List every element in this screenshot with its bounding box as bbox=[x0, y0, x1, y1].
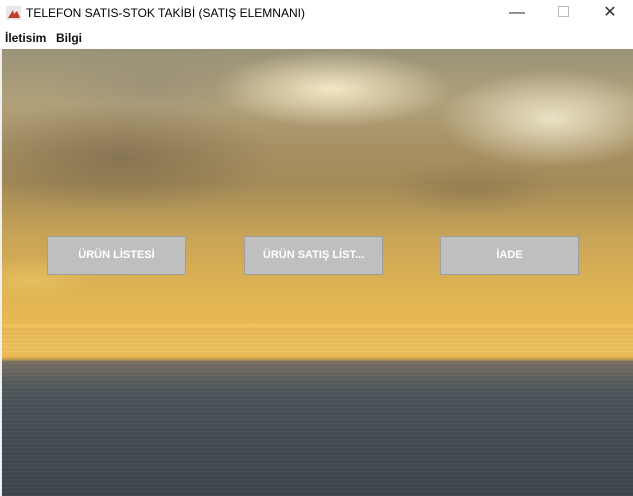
minimize-icon: — bbox=[509, 4, 525, 21]
minimize-button[interactable]: — bbox=[494, 0, 540, 27]
window-title: TELEFON SATIS-STOK TAKİBİ (SATIŞ ELEMNAN… bbox=[26, 6, 305, 20]
menu-bilgi[interactable]: Bilgi bbox=[56, 31, 82, 45]
menu-iletisim[interactable]: İletisim bbox=[5, 31, 46, 45]
iade-button[interactable]: İADE bbox=[440, 236, 579, 275]
close-icon: ✕ bbox=[603, 4, 617, 21]
app-window: TELEFON SATIS-STOK TAKİBİ (SATIŞ ELEMNAN… bbox=[0, 0, 633, 496]
background-image: ÜRÜN LİSTESİ ÜRÜN SATIŞ LİST... İADE bbox=[2, 49, 633, 496]
maximize-button[interactable] bbox=[540, 0, 586, 27]
title-bar[interactable]: TELEFON SATIS-STOK TAKİBİ (SATIŞ ELEMNAN… bbox=[0, 0, 633, 27]
urun-satis-listesi-button[interactable]: ÜRÜN SATIŞ LİST... bbox=[244, 236, 383, 275]
maximize-icon bbox=[557, 5, 569, 17]
menu-bar: İletisim Bilgi bbox=[0, 27, 633, 49]
sea-surface bbox=[2, 327, 633, 496]
java-cup-icon bbox=[6, 6, 21, 20]
urun-listesi-button[interactable]: ÜRÜN LİSTESİ bbox=[47, 236, 186, 275]
close-button[interactable]: ✕ bbox=[587, 0, 633, 27]
